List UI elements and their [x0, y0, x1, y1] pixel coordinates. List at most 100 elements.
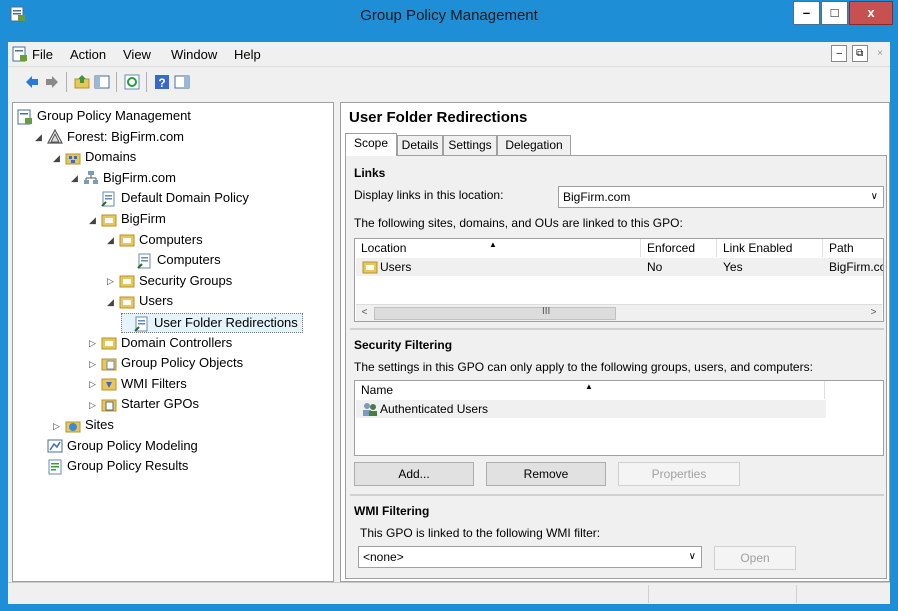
link-location-cell: Users — [380, 260, 412, 274]
forest-icon — [47, 129, 63, 144]
ou-icon — [119, 234, 135, 247]
console-tree[interactable]: Group Policy Management ◢ Forest: BigFirm.… — [12, 102, 334, 582]
section-splitter[interactable] — [350, 494, 884, 496]
scope-tab-panel: Links Display links in this location: Bi… — [345, 155, 887, 579]
close-button[interactable]: x — [849, 1, 893, 25]
scroll-thumb[interactable] — [374, 307, 616, 320]
expand-arrow-icon[interactable]: ▷ — [89, 355, 101, 373]
links-horizontal-scrollbar[interactable]: < III > — [356, 304, 882, 321]
scroll-left-icon[interactable]: < — [356, 305, 373, 321]
wmi-icon — [101, 378, 117, 391]
sort-ascending-icon: ▲ — [489, 240, 497, 249]
mdi-child-icon[interactable] — [12, 46, 28, 62]
tree-item[interactable]: ▷ Domain Controllers — [89, 334, 232, 354]
list-item[interactable]: Authenticated Users — [356, 400, 826, 418]
section-splitter[interactable] — [350, 328, 884, 330]
column-enforced[interactable]: Enforced — [641, 239, 717, 257]
collapse-arrow-icon[interactable]: ◢ — [107, 293, 119, 311]
title-bar[interactable]: Group Policy Management – □ x — [0, 0, 898, 30]
gpo-link-icon — [101, 191, 115, 207]
help-icon[interactable]: ? — [154, 74, 170, 90]
properties-button[interactable]: Properties — [618, 462, 740, 486]
up-folder-icon[interactable] — [74, 74, 90, 90]
tree-item[interactable]: ◢ Domains — [53, 148, 136, 168]
tree-item[interactable]: ◢ Forest: BigFirm.com — [35, 128, 184, 148]
tree-item[interactable]: ▷ Group Policy Objects — [89, 354, 243, 374]
security-filtering-heading: Security Filtering — [354, 338, 453, 352]
menu-file[interactable]: File — [32, 47, 53, 62]
refresh-icon[interactable] — [124, 74, 140, 90]
wmi-filtering-description: This GPO is linked to the following WMI … — [360, 526, 601, 540]
tree-item[interactable]: Group Policy Results — [35, 457, 188, 477]
wmi-filter-dropdown[interactable]: <none> ∨ — [358, 546, 702, 568]
ou-icon — [362, 261, 378, 274]
menu-window[interactable]: Window — [171, 47, 217, 62]
tree-item[interactable]: ◢ BigFirm — [89, 210, 166, 230]
add-button[interactable]: Add... — [354, 462, 474, 486]
tree-item[interactable]: Group Policy Management — [17, 107, 191, 127]
collapse-arrow-icon[interactable]: ◢ — [107, 231, 119, 249]
tree-item-label: Domain Controllers — [121, 334, 233, 350]
tree-item[interactable]: ▷ Sites — [53, 416, 114, 436]
tab-details[interactable]: Details — [397, 135, 443, 155]
remove-button[interactable]: Remove — [486, 462, 606, 486]
ou-icon — [119, 275, 135, 288]
menu-action[interactable]: Action — [70, 47, 106, 62]
collapse-arrow-icon[interactable]: ◢ — [35, 128, 47, 146]
menu-view[interactable]: View — [123, 47, 151, 62]
open-button[interactable]: Open — [714, 546, 796, 570]
collapse-arrow-icon[interactable]: ◢ — [53, 149, 65, 167]
expand-arrow-icon[interactable]: ▷ — [53, 417, 65, 435]
column-path[interactable]: Path — [823, 239, 885, 257]
forward-arrow-icon[interactable] — [44, 74, 60, 90]
tree-item-label: Group Policy Management — [37, 108, 191, 123]
ou-icon — [101, 214, 117, 227]
users-group-icon — [363, 403, 377, 416]
mdi-close-button[interactable]: × — [872, 46, 888, 63]
tree-item[interactable]: ▷ WMI Filters — [89, 375, 187, 395]
collapse-arrow-icon[interactable]: ◢ — [71, 169, 83, 187]
gpmc-icon — [17, 109, 32, 125]
tree-item[interactable]: Default Domain Policy — [89, 189, 249, 209]
table-row[interactable]: Users No Yes BigFirm.co — [356, 258, 883, 276]
tree-item[interactable]: ◢ Users — [107, 292, 173, 312]
security-filtering-list[interactable]: Name ▲ Authenticated Users — [354, 380, 884, 456]
back-arrow-icon[interactable] — [24, 74, 40, 90]
tree-item[interactable]: ◢ BigFirm.com — [71, 169, 176, 189]
links-list[interactable]: Location ▲ Enforced Link Enabled Path Us… — [354, 238, 884, 322]
expand-arrow-icon[interactable]: ▷ — [89, 396, 101, 414]
collapse-arrow-icon[interactable]: ◢ — [89, 211, 101, 229]
gpo-container-icon — [101, 358, 117, 371]
tree-item[interactable]: ▷ Starter GPOs — [89, 395, 199, 415]
tree-item[interactable]: Computers — [125, 251, 221, 271]
details-pane: User Folder Redirections Scope Details S… — [340, 102, 890, 582]
tree-item[interactable]: ▷ Security Groups — [107, 272, 232, 292]
mdi-minimize-button[interactable]: – — [831, 45, 848, 62]
expand-arrow-icon[interactable]: ▷ — [107, 272, 119, 290]
action-pane-icon[interactable] — [174, 74, 190, 90]
show-hide-console-tree-icon[interactable] — [94, 74, 110, 90]
tree-item[interactable]: Group Policy Modeling — [35, 437, 198, 457]
links-location-dropdown[interactable]: BigFirm.com ∨ — [558, 186, 884, 208]
gpo-title: User Folder Redirections — [349, 109, 528, 126]
tab-delegation[interactable]: Delegation — [497, 135, 571, 155]
expand-arrow-icon[interactable]: ▷ — [89, 334, 101, 352]
minimize-button[interactable]: – — [793, 1, 820, 25]
tab-settings[interactable]: Settings — [443, 135, 497, 155]
links-description: The following sites, domains, and OUs ar… — [354, 216, 683, 230]
tab-scope[interactable]: Scope — [345, 133, 397, 156]
column-link-enabled[interactable]: Link Enabled — [717, 239, 823, 257]
expand-arrow-icon[interactable]: ▷ — [89, 375, 101, 393]
tree-item[interactable]: User Folder Redirections — [121, 313, 303, 333]
chevron-down-icon: ∨ — [870, 191, 878, 202]
ou-icon — [101, 337, 117, 350]
mdi-restore-button[interactable]: ⧉ — [851, 45, 868, 62]
tree-item-label: Forest: BigFirm.com — [67, 128, 185, 144]
tree-item[interactable]: ◢ Computers — [107, 231, 203, 251]
menu-help[interactable]: Help — [234, 47, 261, 62]
display-links-label: Display links in this location: — [354, 188, 504, 202]
links-heading: Links — [354, 166, 386, 180]
maximize-button[interactable]: □ — [821, 1, 848, 25]
column-location[interactable]: Location — [355, 239, 641, 257]
scroll-right-icon[interactable]: > — [865, 305, 882, 321]
